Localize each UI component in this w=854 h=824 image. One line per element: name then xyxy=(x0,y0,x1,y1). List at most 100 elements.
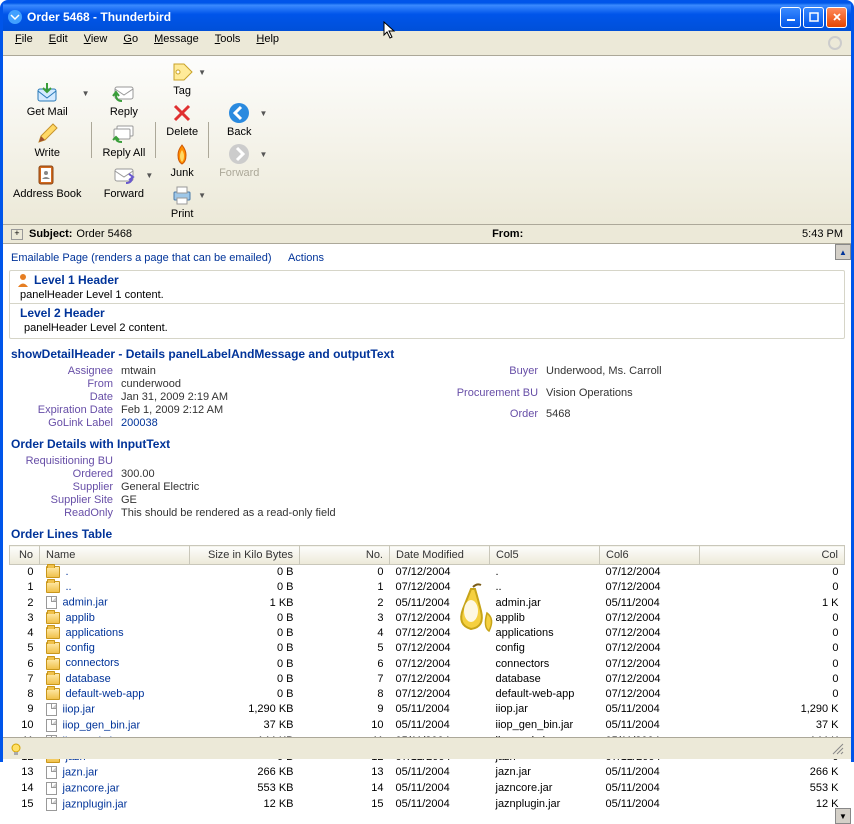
statusbar xyxy=(3,737,851,759)
table-row[interactable]: 3applib0 B307/12/2004applib07/12/20040 xyxy=(10,611,845,626)
back-icon xyxy=(227,101,251,125)
pear-image xyxy=(443,579,503,639)
maximize-button[interactable] xyxy=(803,7,824,28)
table-row[interactable]: 6connectors0 B607/12/2004connectors07/12… xyxy=(10,656,845,671)
order-lines-table: NoNameSize in Kilo BytesNo.Date Modified… xyxy=(9,545,845,813)
file-name-cell[interactable]: default-web-app xyxy=(40,686,190,701)
table-row[interactable]: 7database0 B707/12/2004database07/12/200… xyxy=(10,671,845,686)
forward-button[interactable]: Forward▼ xyxy=(96,161,151,202)
table-row[interactable]: 0.0 B007/12/2004.07/12/20040 xyxy=(10,565,845,580)
menu-help[interactable]: Help xyxy=(248,31,287,47)
file-name-cell[interactable]: applib xyxy=(40,611,190,626)
close-button[interactable] xyxy=(826,7,847,28)
replyall-icon xyxy=(112,122,136,146)
menu-go[interactable]: Go xyxy=(115,31,146,47)
table-row[interactable]: 4applications0 B407/12/2004applications0… xyxy=(10,626,845,641)
table-row[interactable]: 2admin.jar1 KB205/11/2004admin.jar05/11/… xyxy=(10,595,845,611)
scroll-down-button[interactable]: ▼ xyxy=(835,808,851,824)
table-row[interactable]: 14jazncore.jar553 KB1405/11/2004jazncore… xyxy=(10,780,845,796)
column-header[interactable]: Date Modified xyxy=(390,546,490,565)
column-header[interactable]: No xyxy=(10,546,40,565)
table-row[interactable]: 8default-web-app0 B807/12/2004default-we… xyxy=(10,686,845,701)
forward-icon xyxy=(112,163,136,187)
resize-grip-icon[interactable] xyxy=(831,742,845,756)
file-name-cell[interactable]: applications xyxy=(40,626,190,641)
column-header[interactable]: Col5 xyxy=(490,546,600,565)
column-header[interactable]: No. xyxy=(300,546,390,565)
file-name-cell[interactable]: jazn.jar xyxy=(40,764,190,780)
field-value: General Electric xyxy=(121,481,845,493)
table-row[interactable]: 13jazn.jar266 KB1305/11/2004jazn.jar05/1… xyxy=(10,764,845,780)
menu-tools[interactable]: Tools xyxy=(207,31,249,47)
field-label: Requisitioning BU xyxy=(13,455,113,467)
menu-edit[interactable]: Edit xyxy=(41,31,76,47)
print-button[interactable]: Print▼ xyxy=(160,181,204,222)
menu-file[interactable]: File xyxy=(7,31,41,47)
table-row[interactable]: 5config0 B507/12/2004config07/12/20040 xyxy=(10,641,845,656)
file-name-cell[interactable]: admin.jar xyxy=(40,595,190,611)
titlebar[interactable]: Order 5468 - Thunderbird xyxy=(3,3,851,31)
junk-button[interactable]: Junk xyxy=(160,140,204,181)
level2-content: panelHeader Level 2 content. xyxy=(10,322,844,338)
field-label: Buyer xyxy=(438,365,538,386)
reply-all-button[interactable]: Reply All xyxy=(96,120,151,161)
field-label: GoLink Label xyxy=(13,417,113,429)
table-row[interactable]: 10iiop_gen_bin.jar37 KB1005/11/2004iiop_… xyxy=(10,717,845,733)
file-name-cell[interactable]: database xyxy=(40,671,190,686)
file-name-cell[interactable]: .. xyxy=(40,580,190,595)
window-title: Order 5468 - Thunderbird xyxy=(27,10,780,24)
write-button[interactable]: Write xyxy=(7,120,87,161)
menu-view[interactable]: View xyxy=(76,31,116,47)
get-mail-button[interactable]: Get Mail▼ xyxy=(7,79,87,120)
detail-header-title: showDetailHeader - Details panelLabelAnd… xyxy=(11,347,845,361)
folder-icon xyxy=(46,658,60,670)
table-row[interactable]: 1..0 B107/12/2004..07/12/20040 xyxy=(10,580,845,595)
file-name-cell[interactable]: jaznplugin.jar xyxy=(40,796,190,812)
menu-message[interactable]: Message xyxy=(146,31,207,47)
menubar: FileEditViewGoMessageToolsHelp xyxy=(3,31,851,56)
folder-icon xyxy=(46,688,60,700)
delete-button[interactable]: Delete xyxy=(160,99,204,140)
dropdown-arrow-icon: ▼ xyxy=(260,109,268,118)
folder-icon xyxy=(46,566,60,578)
bulb-icon xyxy=(9,742,23,756)
field-value: Feb 1, 2009 2:12 AM xyxy=(121,404,228,416)
actions-link[interactable]: Actions xyxy=(288,252,324,264)
folder-icon xyxy=(46,612,60,624)
minimize-button[interactable] xyxy=(780,7,801,28)
golink-link[interactable]: 200038 xyxy=(121,417,228,429)
reply-icon xyxy=(112,81,136,105)
reply-button[interactable]: Reply xyxy=(96,79,151,120)
field-label: ReadOnly xyxy=(13,507,113,519)
column-header[interactable]: Name xyxy=(40,546,190,565)
table-row[interactable]: 15jaznplugin.jar12 KB1505/11/2004jaznplu… xyxy=(10,796,845,812)
level2-panel: Level 2 Header panelHeader Level 2 conte… xyxy=(10,303,844,338)
tag-button[interactable]: Tag▼ xyxy=(160,58,204,99)
file-name-cell[interactable]: jazncore.jar xyxy=(40,780,190,796)
field-label: Supplier xyxy=(13,481,113,493)
expand-icon[interactable]: + xyxy=(11,229,23,240)
table-row[interactable]: 9iiop.jar1,290 KB905/11/2004iiop.jar05/1… xyxy=(10,701,845,717)
delete-icon xyxy=(170,101,194,125)
column-header[interactable]: Col6 xyxy=(600,546,700,565)
folder-icon xyxy=(46,581,60,593)
emailable-page-link[interactable]: Emailable Page (renders a page that can … xyxy=(11,252,272,264)
print-icon xyxy=(170,183,194,207)
file-name-cell[interactable]: iiop.jar xyxy=(40,701,190,717)
detail-right-column: BuyerUnderwood, Ms. CarrollProcurement B… xyxy=(438,365,662,429)
file-name-cell[interactable]: . xyxy=(40,565,190,580)
app-icon xyxy=(7,9,23,25)
from-label: From: xyxy=(492,228,523,240)
scroll-up-button[interactable]: ▲ xyxy=(835,244,851,260)
back-button[interactable]: Back▼ xyxy=(213,99,265,140)
column-header[interactable]: Size in Kilo Bytes xyxy=(190,546,300,565)
forward-button: Forward▼ xyxy=(213,140,265,181)
address-book-button[interactable]: Address Book xyxy=(7,161,87,202)
person-icon xyxy=(16,273,30,287)
junk-icon xyxy=(170,142,194,166)
column-header[interactable]: Col xyxy=(700,546,845,565)
file-name-cell[interactable]: iiop_gen_bin.jar xyxy=(40,717,190,733)
file-name-cell[interactable]: connectors xyxy=(40,656,190,671)
file-name-cell[interactable]: config xyxy=(40,641,190,656)
action-links: Emailable Page (renders a page that can … xyxy=(9,250,845,270)
